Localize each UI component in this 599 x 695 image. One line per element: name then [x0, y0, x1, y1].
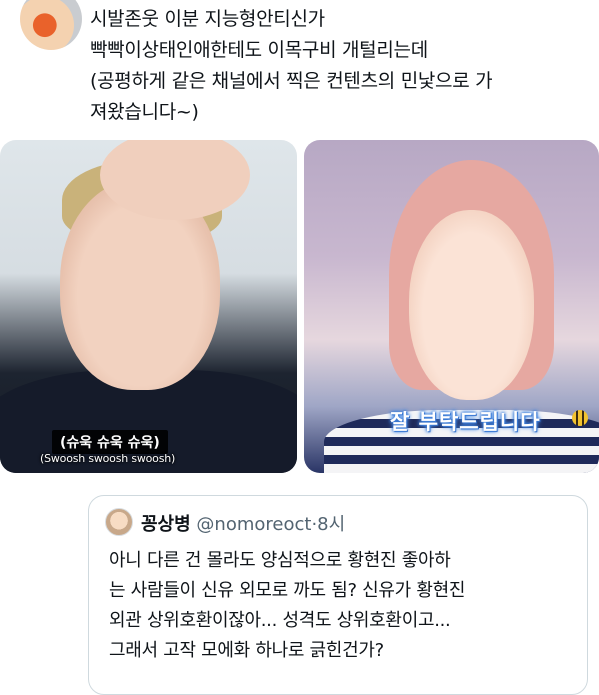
tweet-line: 빡빡이상태인애한테도 이목구비 개털리는데 [90, 39, 428, 61]
tweet-line: (공평하게 같은 채널에서 찍은 컨텐츠의 민낯으로 가 [90, 70, 493, 92]
quoted-line: 아니 다른 건 몰라도 양심적으로 황현진 좋아하 [109, 550, 451, 571]
greeting-sticker: 잘 부탁드립니다 [390, 410, 541, 434]
quoted-text: 아니 다른 건 몰라도 양심적으로 황현진 좋아하 는 사람들이 신유 외모로 … [109, 546, 579, 666]
quoted-display-name[interactable]: 꽁상병 [141, 514, 191, 535]
subtitle-english: (Swoosh swoosh swoosh) [40, 452, 176, 465]
quoted-timestamp[interactable]: 8시 [317, 514, 345, 535]
quoted-line: 그래서 고작 모에화 하나로 긁힌건가? [109, 640, 384, 661]
quoted-line: 외관 상위호환이잖아... 성격도 상위호환이고... [109, 610, 451, 631]
quoted-line: 는 사람들이 신유 외모로 까도 됨? 신유가 황현진 [109, 580, 466, 601]
subtitle-korean: (슈욱 슈욱 슈욱) [52, 430, 168, 454]
quoted-tweet[interactable]: 꽁상병 @nomoreoct·8시 아니 다른 건 몰라도 양심적으로 황현진 … [88, 495, 588, 695]
tweet-author-avatar[interactable] [20, 0, 82, 50]
tweet-line: 시발존웃 이분 지능형안티신가 [90, 8, 325, 30]
media-image-left[interactable]: (슈욱 슈욱 슈욱) (Swoosh swoosh swoosh) [0, 140, 297, 473]
quoted-handle[interactable]: @nomoreoct [196, 514, 311, 535]
tweet-line: 져왔습니다~) [90, 101, 199, 123]
bee-icon [572, 410, 588, 426]
media-image-right[interactable]: 잘 부탁드립니다 [304, 140, 599, 473]
quoted-avatar[interactable] [105, 508, 133, 536]
figure-face [409, 210, 534, 400]
tweet-text: 시발존웃 이분 지능형안티신가 빡빡이상태인애한테도 이목구비 개털리는데 (공… [90, 4, 590, 128]
quoted-header: 꽁상병 @nomoreoct·8시 [141, 510, 345, 536]
